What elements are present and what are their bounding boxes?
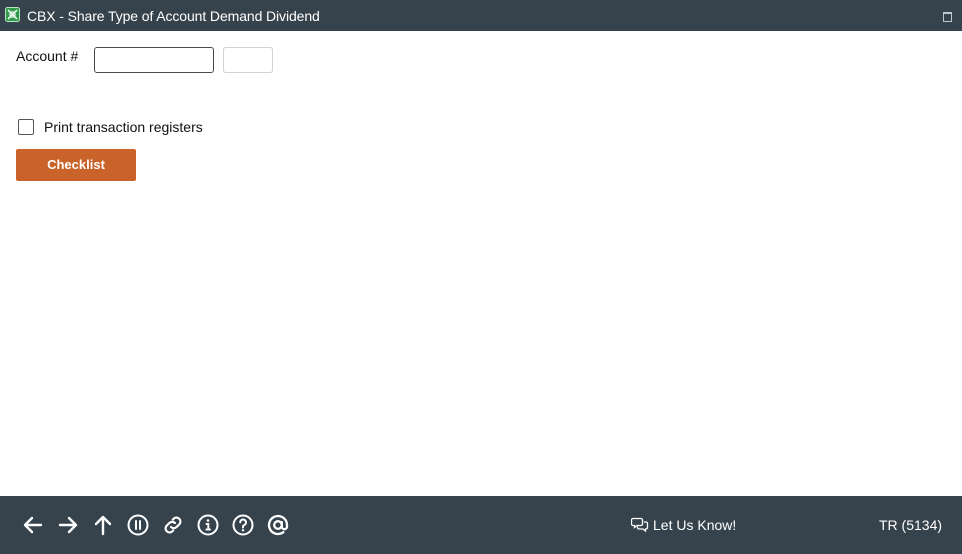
let-us-know-label: Let Us Know! (653, 517, 737, 533)
print-registers-checkbox[interactable] (18, 119, 34, 135)
pause-icon[interactable] (126, 513, 150, 537)
footer-bar: Let Us Know! TR (5134) (0, 496, 962, 554)
account-number-input[interactable] (94, 47, 214, 73)
print-registers-label[interactable]: Print transaction registers (44, 119, 203, 135)
chat-bubbles-icon (631, 517, 649, 533)
help-icon[interactable] (231, 513, 255, 537)
screen-code: TR (5134) (879, 517, 943, 533)
forward-arrow-icon[interactable] (56, 513, 80, 537)
up-arrow-icon[interactable] (91, 513, 115, 537)
cbx-logo-icon (5, 7, 20, 22)
info-icon[interactable] (196, 513, 220, 537)
window-titlebar: CBX - Share Type of Account Demand Divid… (0, 0, 962, 31)
account-suffix-input[interactable] (223, 47, 273, 73)
account-label: Account # (16, 48, 79, 64)
window-title: CBX - Share Type of Account Demand Divid… (27, 8, 320, 24)
checklist-button[interactable]: Checklist (16, 149, 136, 181)
link-icon[interactable] (161, 513, 185, 537)
back-arrow-icon[interactable] (21, 513, 45, 537)
at-sign-icon[interactable] (266, 513, 290, 537)
maximize-icon[interactable] (943, 12, 952, 22)
